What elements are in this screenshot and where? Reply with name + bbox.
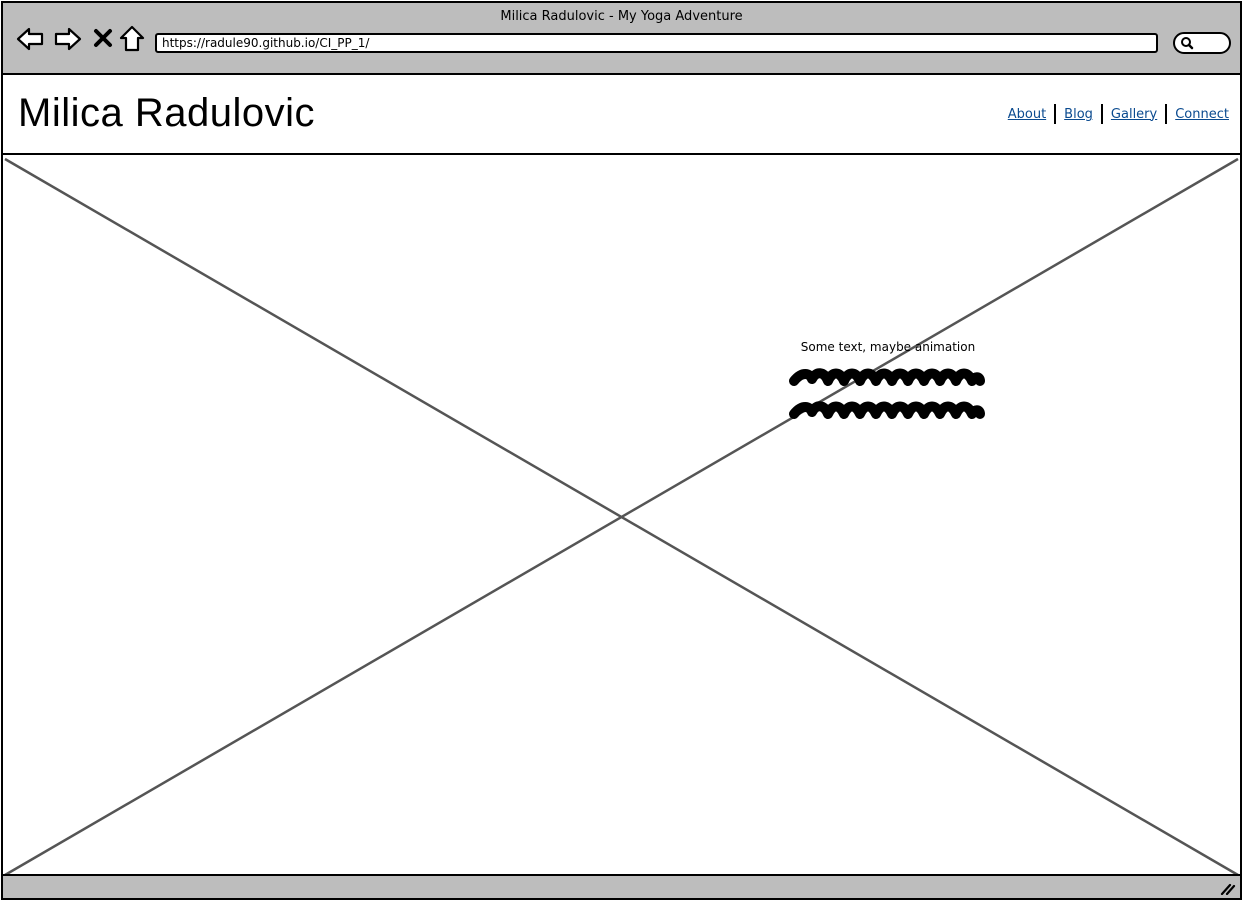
site-nav: About Blog Gallery Connect — [1008, 104, 1229, 124]
hero-text: Some text, maybe animation — [800, 340, 976, 354]
address-bar[interactable]: https://radule90.github.io/CI_PP_1/ — [155, 33, 1158, 53]
site-title: Milica Radulovic — [18, 91, 315, 135]
status-bar — [3, 874, 1240, 898]
search-button[interactable] — [1173, 32, 1231, 54]
nav-link-about[interactable]: About — [1008, 107, 1046, 122]
image-placeholder-cross — [4, 157, 1239, 877]
scribble-text-line — [789, 401, 985, 419]
back-arrow-icon[interactable] — [15, 24, 45, 54]
nav-link-gallery[interactable]: Gallery — [1111, 107, 1157, 122]
nav-divider — [1165, 104, 1168, 124]
nav-link-blog[interactable]: Blog — [1064, 107, 1093, 122]
browser-toolbar: Milica Radulovic - My Yoga Adventure htt… — [3, 3, 1240, 75]
scribble-text-line — [789, 368, 985, 386]
window-title: Milica Radulovic - My Yoga Adventure — [500, 9, 743, 24]
forward-arrow-icon[interactable] — [53, 24, 83, 54]
browser-window: Milica Radulovic - My Yoga Adventure htt… — [1, 1, 1242, 900]
resize-grip-icon[interactable] — [1220, 881, 1236, 895]
close-x-icon[interactable] — [89, 24, 119, 54]
site-header: Milica Radulovic About Blog Gallery Conn… — [3, 75, 1240, 155]
hero-image-placeholder: Some text, maybe animation — [3, 157, 1240, 877]
home-icon[interactable] — [117, 24, 147, 54]
nav-divider — [1100, 104, 1103, 124]
search-icon — [1181, 37, 1194, 50]
nav-link-connect[interactable]: Connect — [1175, 107, 1229, 122]
nav-divider — [1054, 104, 1057, 124]
